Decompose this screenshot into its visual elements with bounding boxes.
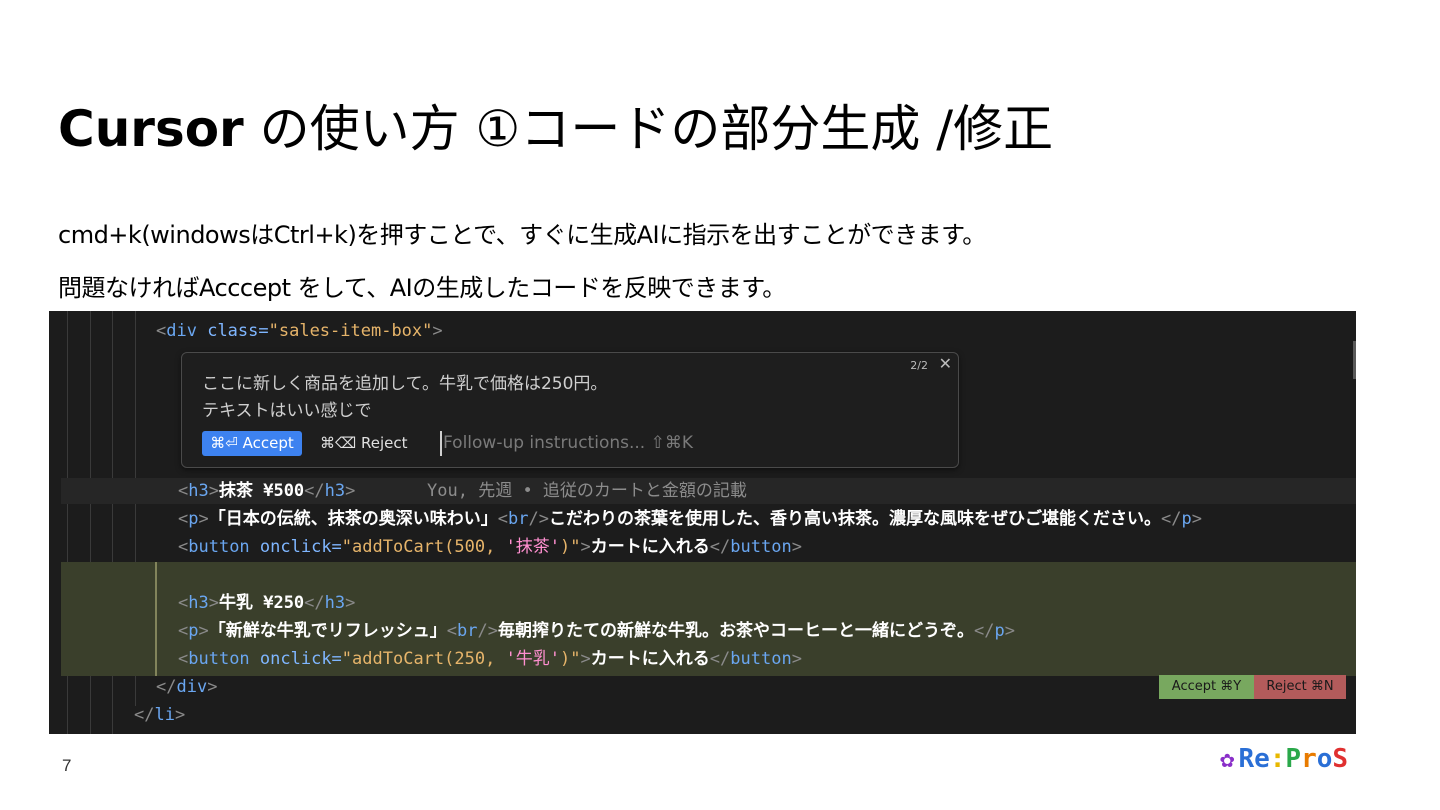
code-line-div-open: <div class="sales-item-box">: [156, 321, 443, 341]
repros-logo: ✿ Re:ProS: [1220, 744, 1348, 774]
code-line-p-matcha: <p>「日本の伝統、抹茶の奥深い味わい」<br/>こだわりの茶葉を使用した、香り…: [178, 509, 1202, 529]
code-line-li-close: </li>: [134, 705, 186, 725]
prompt-text-line-2: テキストはいい感じで: [202, 401, 372, 421]
suggestion-count: 2/2: [910, 359, 928, 372]
inline-edit-popup: ここに新しく商品を追加して。牛乳で価格は250円。 テキストはいい感じで 2/2…: [181, 352, 959, 468]
accept-button[interactable]: ⌘⏎ Accept: [202, 431, 302, 456]
code-line-button-milk: <button onclick="addToCart(250, '牛乳')">カ…: [178, 649, 802, 669]
code-editor[interactable]: <div class="sales-item-box"> ここに新しく商品を追加…: [49, 311, 1356, 734]
git-blame-annotation: You, 先週 • 追従のカートと金額の記載: [427, 481, 747, 501]
reject-diff-button[interactable]: Reject ⌘N: [1254, 675, 1346, 699]
reject-button[interactable]: ⌘⌫ Reject: [320, 431, 407, 456]
accept-diff-button[interactable]: Accept ⌘Y: [1159, 675, 1254, 699]
scrollbar-thumb[interactable]: [1353, 341, 1356, 379]
code-line-p-milk: <p>「新鮮な牛乳でリフレッシュ」<br/>毎朝搾りたての新鮮な牛乳。お茶やコー…: [178, 621, 1015, 641]
description-line-2: 問題なければAcccept をして、AIの生成したコードを反映できます。: [58, 274, 786, 302]
prompt-text-line-1: ここに新しく商品を追加して。牛乳で価格は250円。: [202, 374, 608, 394]
added-code-gutter: [155, 562, 157, 676]
followup-input[interactable]: Follow-up instructions... ⇧⌘K: [440, 431, 693, 456]
code-line-div-close: </div>: [156, 677, 218, 697]
description-line-1: cmd+k(windowsはCtrl+k)を押すことで、すぐに生成AIに指示を出…: [58, 221, 986, 249]
code-line-h3-milk: <h3>牛乳 ¥250</h3>: [178, 593, 356, 613]
title-brand: Cursor: [58, 100, 244, 158]
gear-icon: ✿: [1220, 745, 1235, 773]
close-icon[interactable]: ✕: [939, 354, 952, 373]
slide-title: Cursor の使い方 ①コードの部分生成 /修正: [58, 94, 1053, 164]
page-number: 7: [62, 756, 72, 775]
title-rest: の使い方 ①コードの部分生成 /修正: [243, 100, 1054, 158]
code-line-h3-matcha: <h3>抹茶 ¥500</h3> You, 先週 • 追従のカートと金額の記載: [178, 481, 747, 501]
code-line-button-matcha: <button onclick="addToCart(500, '抹茶')">カ…: [178, 537, 802, 557]
logo-text: Re:ProS: [1238, 744, 1349, 774]
